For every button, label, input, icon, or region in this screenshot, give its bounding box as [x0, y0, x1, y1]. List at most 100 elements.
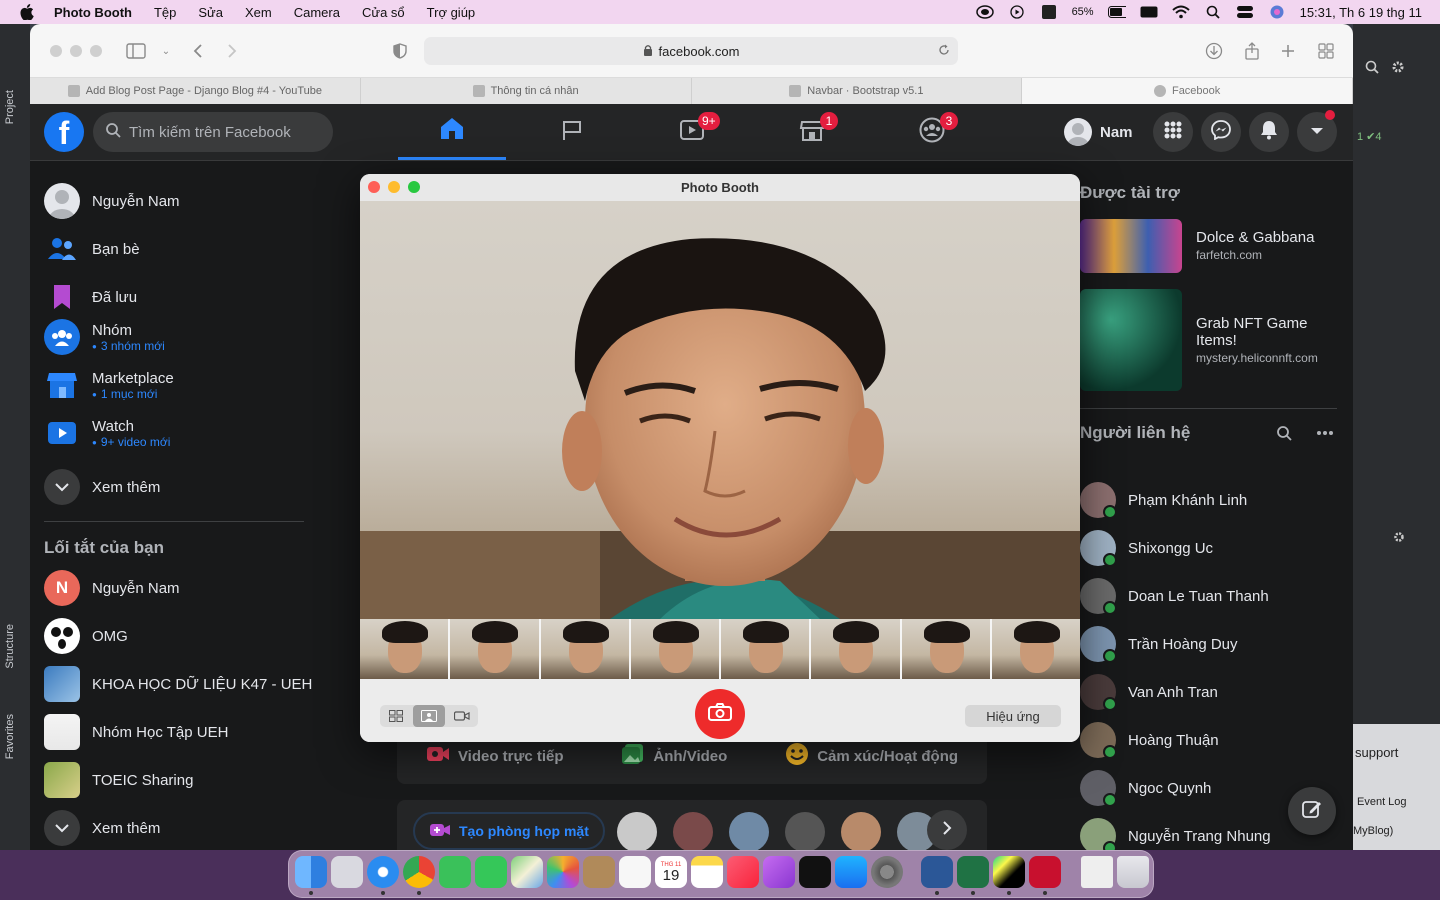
apple-tv-icon[interactable]: [799, 856, 831, 888]
wifi-icon[interactable]: [1171, 5, 1190, 19]
tab-bootstrap[interactable]: Navbar · Bootstrap v5.1: [692, 78, 1023, 104]
shortcut-item[interactable]: OMG: [44, 618, 128, 654]
contact-item[interactable]: Doan Le Tuan Thanh: [1080, 578, 1269, 615]
shortcut-item[interactable]: Nhóm Học Tập UEH: [44, 714, 228, 750]
menu-camera[interactable]: Camera: [294, 5, 340, 20]
shortcuts-see-more[interactable]: Xem thêm: [44, 810, 160, 846]
window-close-button[interactable]: [368, 181, 380, 193]
feeling-activity-button[interactable]: Cảm xúc/Hoạt động: [785, 742, 958, 770]
pycharm-icon[interactable]: [993, 856, 1025, 888]
sidebar-item-friends[interactable]: Bạn bè: [44, 231, 140, 267]
sidebar-item-profile[interactable]: Nguyễn Nam: [44, 183, 180, 219]
photo-video-button[interactable]: Ảnh/Video: [621, 743, 727, 769]
sidebar-item-watch[interactable]: Watch9+ video mới: [44, 415, 170, 451]
photo-thumbnail[interactable]: [811, 619, 900, 679]
more-options-icon[interactable]: [1316, 425, 1334, 446]
menu-view[interactable]: Xem: [245, 5, 272, 20]
ide-project-tab[interactable]: Project: [4, 90, 16, 124]
photos-icon[interactable]: [547, 856, 579, 888]
four-up-mode-button[interactable]: [380, 705, 413, 727]
ad-item[interactable]: Grab NFT Game Items! mystery.heliconnft.…: [1080, 289, 1336, 391]
nav-groups-tab[interactable]: 3: [878, 104, 986, 160]
ide-favorites-tab[interactable]: Favorites: [4, 714, 16, 759]
facebook-logo-icon[interactable]: f: [44, 112, 84, 152]
shortcut-item[interactable]: TOEIC Sharing: [44, 762, 193, 798]
menu-edit[interactable]: Sửa: [198, 5, 223, 20]
avatar[interactable]: [617, 812, 657, 850]
music-icon[interactable]: [727, 856, 759, 888]
ide-event-log[interactable]: Event Log: [1357, 796, 1407, 808]
nav-home-tab[interactable]: [398, 104, 506, 160]
photo-booth-icon[interactable]: [1029, 856, 1061, 888]
maps-icon[interactable]: [511, 856, 543, 888]
contact-item[interactable]: Phạm Khánh Linh: [1080, 482, 1247, 519]
keyboard-icon[interactable]: [1140, 5, 1158, 19]
excel-icon[interactable]: [957, 856, 989, 888]
spotlight-search-icon[interactable]: [1204, 5, 1222, 19]
new-tab-icon[interactable]: [1278, 41, 1298, 61]
ide-structure-tab[interactable]: Structure: [4, 624, 16, 669]
contact-item[interactable]: Van Anh Tran: [1080, 674, 1218, 711]
video-mode-button[interactable]: [445, 705, 478, 727]
forward-arrow-icon[interactable]: [222, 41, 242, 61]
account-button[interactable]: [1297, 110, 1337, 152]
window-minimize-button[interactable]: [388, 181, 400, 193]
profile-button[interactable]: Nam: [1064, 114, 1133, 150]
photo-thumbnail[interactable]: [721, 619, 810, 679]
live-video-button[interactable]: Video trực tiếp: [426, 745, 564, 767]
menu-clock[interactable]: 15:31, Th 6 19 thg 11: [1300, 5, 1422, 20]
system-preferences-icon[interactable]: [871, 856, 903, 888]
sidebar-see-more[interactable]: Xem thêm: [44, 469, 160, 505]
sidebar-toggle-icon[interactable]: [126, 41, 146, 61]
window-minimize-button[interactable]: [70, 45, 82, 57]
sidebar-item-marketplace[interactable]: Marketplace1 mục mới: [44, 367, 174, 403]
single-photo-mode-button[interactable]: [412, 705, 446, 727]
shortcut-item[interactable]: KHOA HỌC DỮ LIỆU K47 - UEH: [44, 666, 312, 702]
siri-icon[interactable]: [1268, 5, 1286, 19]
tab-overview-icon[interactable]: [1316, 41, 1336, 61]
facebook-search-input[interactable]: Tìm kiếm trên Facebook: [93, 112, 333, 152]
avatar[interactable]: [841, 812, 881, 850]
window-zoom-button[interactable]: [408, 181, 420, 193]
ide-search-icon[interactable]: [1365, 60, 1379, 79]
app-store-icon[interactable]: [835, 856, 867, 888]
menu-file[interactable]: Tệp: [154, 5, 176, 20]
tab-youtube[interactable]: Add Blog Post Page - Django Blog #4 - Yo…: [30, 78, 361, 104]
ide-gear-icon[interactable]: [1391, 60, 1405, 79]
photo-thumbnail[interactable]: [360, 619, 449, 679]
ad-item[interactable]: Dolce & Gabbana farfetch.com: [1080, 219, 1314, 273]
notifications-button[interactable]: [1249, 112, 1289, 152]
avatar[interactable]: [729, 812, 769, 850]
menu-window[interactable]: Cửa sổ: [362, 5, 405, 20]
input-source-icon[interactable]: [1040, 5, 1058, 19]
take-photo-button[interactable]: [695, 689, 745, 739]
chrome-icon[interactable]: [403, 856, 435, 888]
launchpad-icon[interactable]: [331, 856, 363, 888]
photo-thumbnail[interactable]: [540, 619, 629, 679]
contact-item[interactable]: Shixongg Uc: [1080, 530, 1213, 567]
tab-facebook[interactable]: Facebook: [1022, 78, 1353, 104]
address-bar[interactable]: facebook.com: [424, 37, 958, 65]
safari-icon[interactable]: [367, 856, 399, 888]
apple-icon[interactable]: [20, 4, 40, 20]
document-icon[interactable]: [1081, 856, 1113, 888]
nav-marketplace-tab[interactable]: 1: [758, 104, 866, 160]
facetime-icon[interactable]: [439, 856, 471, 888]
window-zoom-button[interactable]: [90, 45, 102, 57]
photo-thumbnail[interactable]: [630, 619, 719, 679]
back-arrow-icon[interactable]: [188, 41, 208, 61]
creative-cloud-icon[interactable]: [975, 5, 994, 19]
share-icon[interactable]: [1242, 41, 1262, 61]
podcasts-icon[interactable]: [763, 856, 795, 888]
contact-item[interactable]: Ngoc Quynh: [1080, 770, 1211, 807]
contact-item[interactable]: Nguyễn Trang Nhung: [1080, 818, 1271, 850]
reload-icon[interactable]: [938, 44, 950, 59]
play-circle-icon[interactable]: [1008, 5, 1026, 19]
menu-button[interactable]: [1153, 112, 1193, 152]
battery-icon[interactable]: [1107, 5, 1126, 19]
ide-settings-icon[interactable]: [1393, 530, 1405, 548]
photo-thumbnail[interactable]: [450, 619, 539, 679]
contacts-app-icon[interactable]: [583, 856, 615, 888]
finder-icon[interactable]: [295, 856, 327, 888]
contact-item[interactable]: Hoàng Thuận: [1080, 722, 1219, 759]
